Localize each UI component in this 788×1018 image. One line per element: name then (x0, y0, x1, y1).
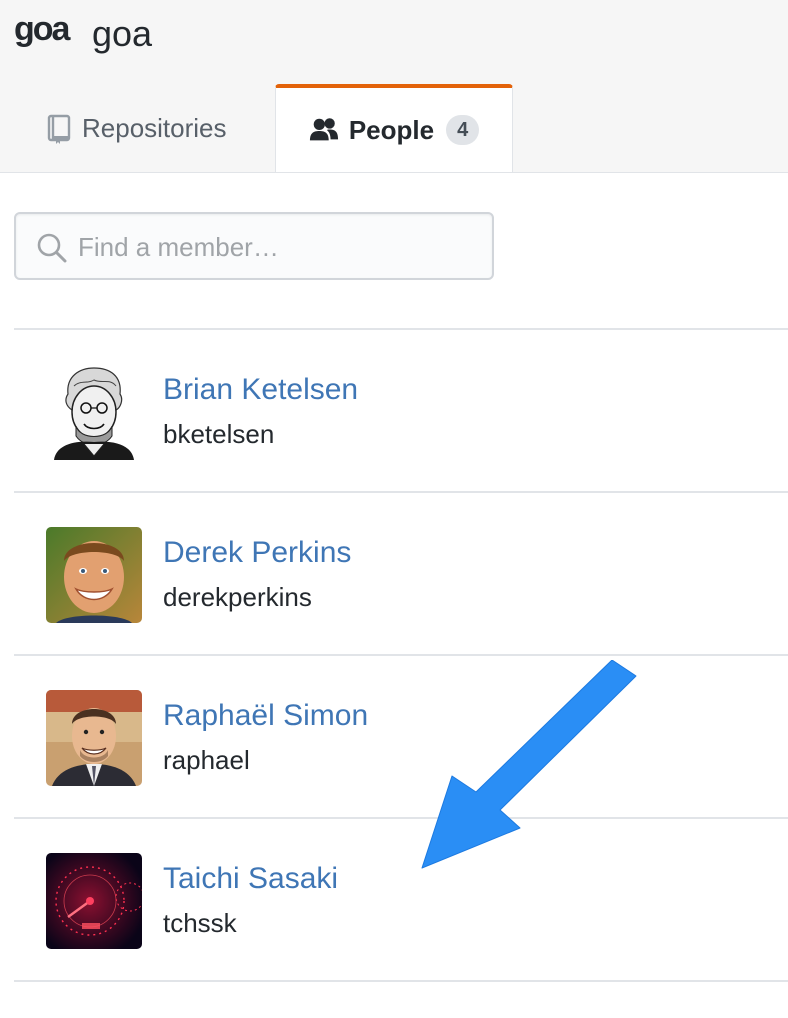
member-name-link[interactable]: Raphaël Simon (163, 698, 368, 734)
member-name-link[interactable]: Brian Ketelsen (163, 372, 358, 408)
smiling-man-photo-avatar (46, 527, 142, 623)
avatar[interactable] (46, 527, 142, 623)
repo-icon (44, 114, 74, 144)
member-login: raphael (163, 745, 250, 775)
list-item: Raphaël Simon raphael (14, 656, 788, 819)
search-icon (36, 232, 68, 264)
tab-repositories-label: Repositories (82, 113, 227, 143)
sketch-portrait-avatar (46, 364, 142, 460)
tab-people-label: People (348, 114, 435, 145)
list-item: Brian Ketelsen bketelsen (14, 330, 788, 493)
avatar[interactable] (46, 690, 142, 786)
avatar[interactable] (46, 364, 142, 460)
people-count-badge: 4 (446, 115, 480, 145)
org-header: goa goa Repositories People 4 (0, 0, 788, 173)
list-item: Derek Perkins derekperkins (14, 493, 788, 656)
speedometer-photo-avatar (46, 853, 142, 949)
search-input[interactable] (76, 224, 480, 270)
member-login: derekperkins (163, 582, 312, 612)
org-logo[interactable]: goa (14, 10, 76, 54)
member-login: bketelsen (163, 419, 275, 449)
list-item: Taichi Sasaki tchssk (14, 819, 788, 982)
tab-repositories[interactable]: Repositories (44, 85, 227, 172)
member-name-link[interactable]: Derek Perkins (163, 535, 351, 571)
member-login: tchssk (163, 908, 237, 938)
org-people-page: goa goa Repositories People 4 Find a mem… (0, 0, 788, 1018)
people-icon (309, 115, 339, 145)
man-in-suit-photo-avatar (46, 690, 142, 786)
member-list: Brian Ketelsen bketelsen Derek Perkins d… (14, 328, 788, 982)
avatar[interactable] (46, 853, 142, 949)
tab-people[interactable]: People 4 (275, 84, 513, 172)
member-name-link[interactable]: Taichi Sasaki (163, 861, 338, 897)
org-logo-text: goa (14, 10, 72, 48)
org-name[interactable]: goa (92, 12, 152, 56)
member-search (14, 212, 494, 280)
